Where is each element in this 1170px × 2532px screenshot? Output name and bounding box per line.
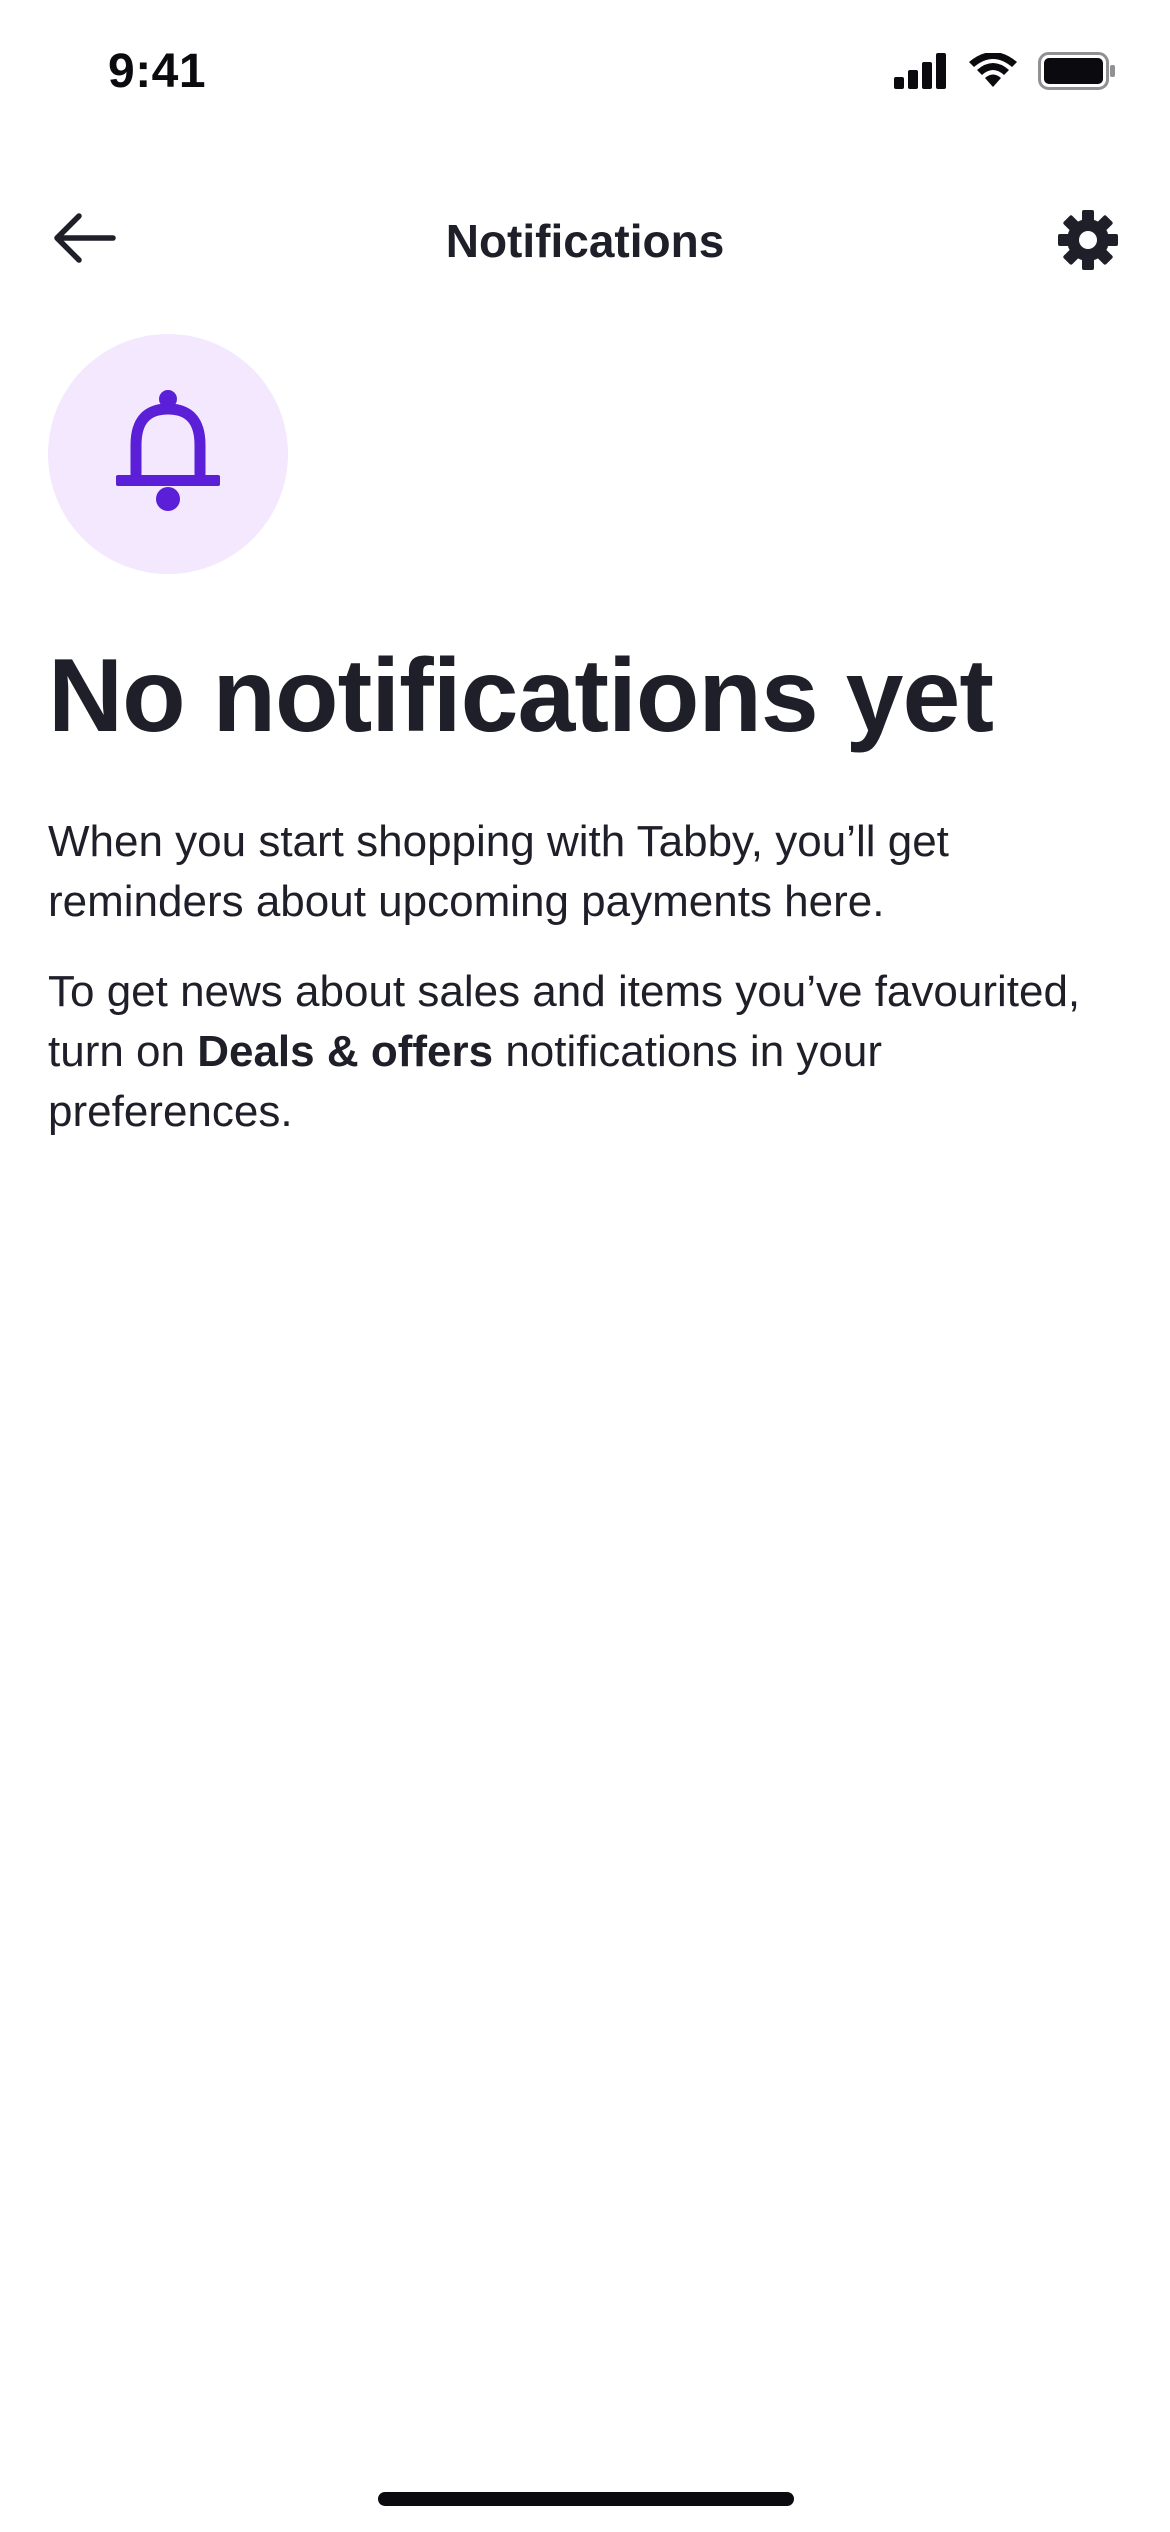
empty-state-preferences-hint: To get news about sales and items you’ve… [48, 962, 1128, 1142]
navigation-header: Notifications [0, 190, 1170, 290]
empty-state-heading: No notifications yet [48, 638, 994, 754]
deals-offers-label: Deals & offers [197, 1027, 494, 1076]
battery-icon [1038, 52, 1116, 95]
bell-icon [108, 387, 228, 522]
wifi-icon [968, 52, 1018, 94]
status-time: 9:41 [108, 45, 207, 98]
status-bar: 9:41 [0, 0, 1170, 150]
settings-button[interactable] [1050, 204, 1126, 280]
cellular-signal-icon [894, 53, 948, 94]
empty-state-description: When you start shopping with Tabby, you’… [48, 817, 949, 926]
page-title: Notifications [445, 215, 725, 267]
gear-icon [1057, 209, 1119, 276]
bell-illustration [48, 334, 288, 574]
home-indicator[interactable] [378, 2492, 794, 2506]
status-icons [894, 52, 1116, 95]
